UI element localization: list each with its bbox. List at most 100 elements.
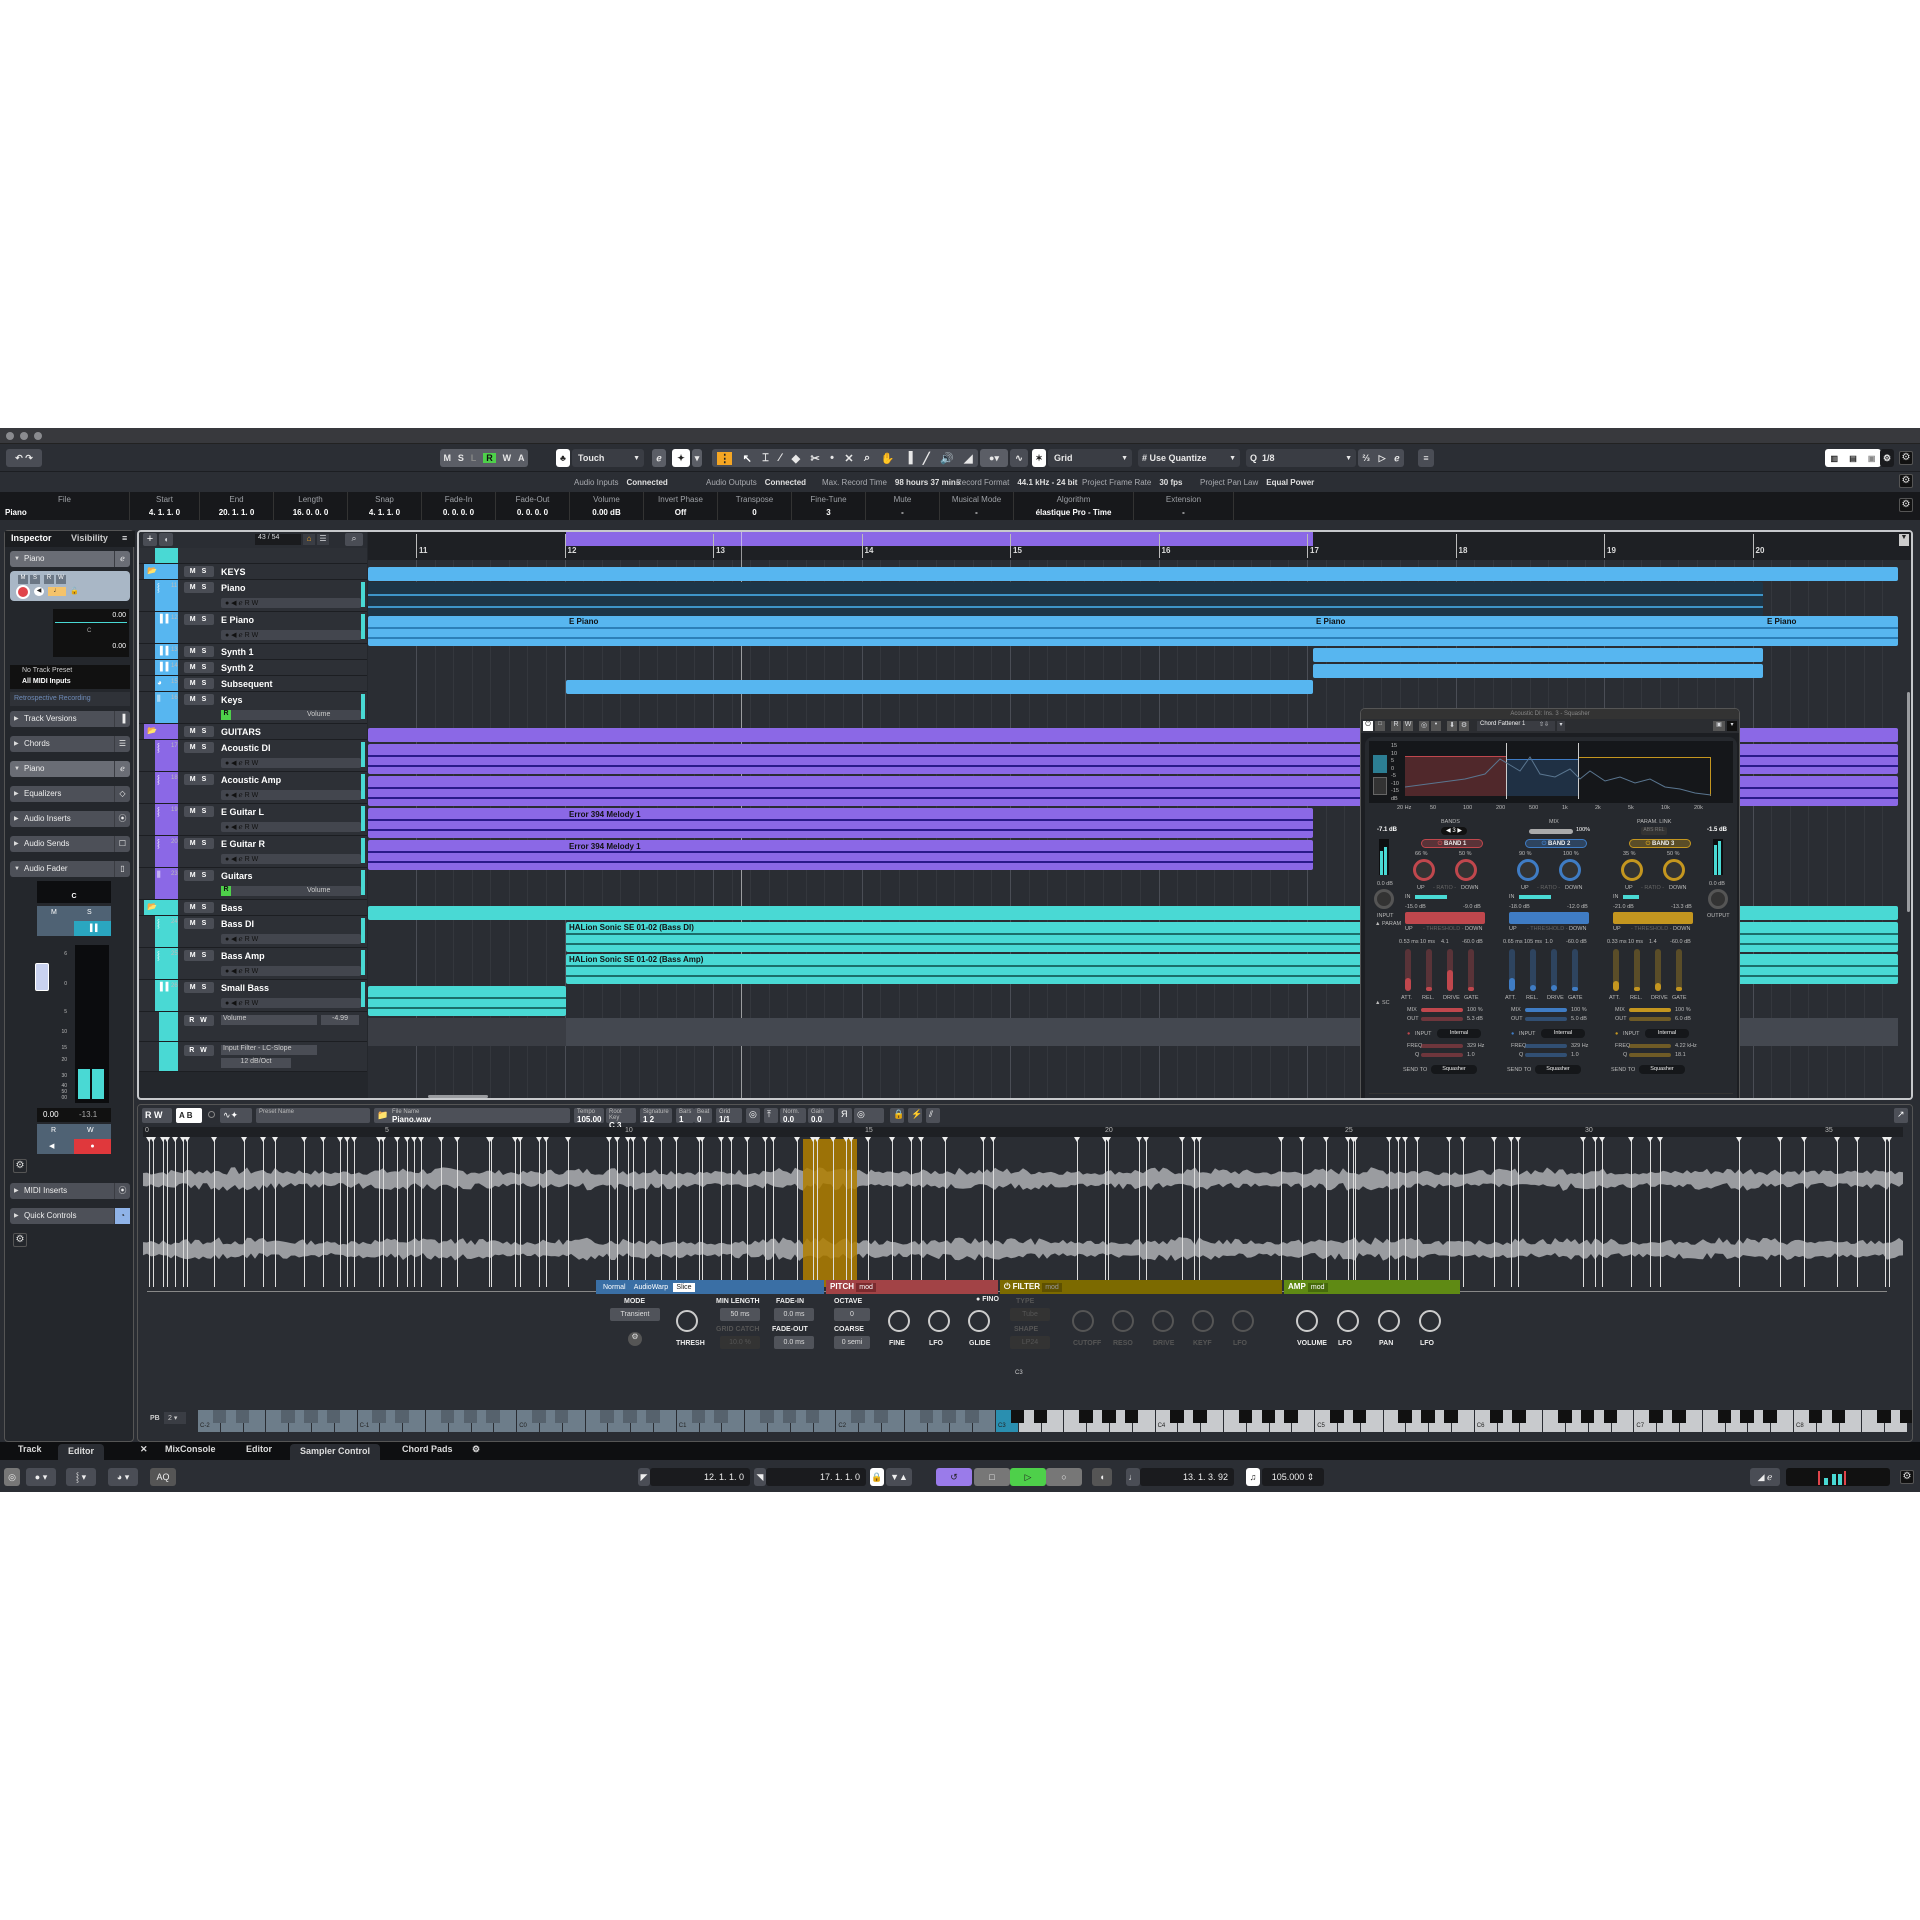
mute-solo-buttons[interactable]: MS [184,662,214,673]
threshold-slider[interactable] [1613,912,1693,924]
slice-marker[interactable] [1344,1137,1351,1287]
black-key[interactable] [1763,1410,1777,1423]
black-key[interactable] [1170,1410,1185,1423]
slice-marker[interactable] [1656,1137,1663,1287]
slice-marker[interactable] [641,1137,648,1287]
read-all-button[interactable]: R [483,453,496,463]
slice-marker[interactable] [1800,1137,1807,1287]
mute-tool-icon[interactable]: ✕ [844,452,853,465]
mute-solo-buttons[interactable]: MS [184,806,214,817]
lfo-knob[interactable] [1232,1310,1254,1332]
auto-scroll-icon[interactable]: ∿ [1010,449,1028,467]
section-audio-inserts[interactable]: Audio Inserts ⦿ [10,811,130,827]
slice-marker[interactable] [1647,1137,1654,1287]
fade-in-field[interactable]: 0.0 ms [774,1308,814,1321]
att-slider[interactable] [1613,949,1619,991]
octave-field[interactable]: 0 [834,1308,870,1321]
preset-name-field[interactable]: Preset Name [256,1108,370,1123]
mute-solo-buttons[interactable]: MS [184,870,214,881]
mute-solo-buttons[interactable]: MS [184,678,214,689]
record-enable-icon[interactable]: ● ◀ ℯ R W [225,935,258,943]
right-zone-toggle-icon[interactable]: ▣ [1868,454,1876,463]
plugin-routing-icon[interactable]: ⬇ [1447,721,1457,731]
file-name-field[interactable]: 📁 File Name Piano.wav [374,1108,570,1124]
glue-tool-icon[interactable]: • [830,452,834,464]
info-value[interactable]: - [1134,508,1233,517]
info-value[interactable]: - [940,508,1013,517]
record-enable-button[interactable] [16,585,30,599]
left-locator-field[interactable]: 12. 1. 1. 0 [650,1468,750,1486]
eguitar-l-clip[interactable] [368,808,1313,838]
track-controls-row[interactable]: ● ◀ ℯ R W [221,630,361,640]
slice-marker[interactable] [1179,1137,1186,1287]
up-ratio-knob[interactable] [1517,859,1539,881]
slice-marker[interactable] [1853,1137,1860,1287]
band-mix-slider[interactable] [1629,1008,1671,1012]
chevron-down-icon[interactable]: ▾ [1557,721,1565,731]
sc-power-icon[interactable]: ● [1511,1031,1514,1037]
grid-type-select[interactable]: # Use Quantize ▼ [1138,449,1240,467]
rel-slider[interactable] [1426,949,1432,991]
ruler-menu-icon[interactable]: ▼ [1899,534,1909,546]
black-key[interactable] [919,1410,934,1423]
marker-icon[interactable]: ◖ [1092,1468,1112,1486]
sc-input-select[interactable]: Internal [1437,1029,1481,1038]
info-value[interactable]: 4. 1. 1. 0 [348,508,421,517]
ruler[interactable]: 11 12 13 14 15 16 17 18 19 20 ▼ [368,532,1911,560]
black-key[interactable] [646,1410,660,1423]
att-slider[interactable] [1405,949,1411,991]
rel-slider[interactable] [1530,949,1536,991]
filter-shape-select[interactable]: LP24 [1010,1336,1050,1349]
tab-track[interactable]: Track [18,1444,42,1454]
tab-sampler-control[interactable]: Sampler Control [290,1444,381,1460]
input-gain-knob[interactable] [1374,889,1394,909]
volume-fader-handle[interactable] [35,963,49,991]
open-editor-icon[interactable]: ↗ [1894,1108,1908,1123]
track-acoustic-amp[interactable]: ⸾ 18 MS Acoustic Amp ● ◀ ℯ R W [139,772,367,804]
automation-mode-icon[interactable]: ♣ [556,449,570,467]
black-key[interactable] [1512,1410,1527,1423]
gate-slider[interactable] [1676,949,1682,991]
mute-solo-buttons[interactable]: MS [184,774,214,785]
slice-marker[interactable] [770,1137,776,1287]
fader-solo-button[interactable]: S [87,909,92,916]
solo-all-button[interactable]: S [458,453,464,463]
slice-marker[interactable] [1460,1137,1466,1287]
param-link-toggle[interactable]: ABS REL [1641,827,1667,835]
filter-type-select[interactable]: Tube [1010,1308,1050,1321]
left-zone-toggle-icon[interactable]: ▥ [1831,454,1839,463]
track-controls-row[interactable]: R Volume [221,886,361,896]
range-select-tool-icon[interactable]: ⌶ [762,452,769,465]
info-file[interactable]: File Piano [0,492,130,520]
info-transpose[interactable]: Transpose 0 [718,492,792,520]
black-key[interactable] [304,1410,318,1423]
track-controls-row[interactable]: ● ◀ ℯ R W [221,854,361,864]
search-icon[interactable]: ⌕ [345,533,363,546]
down-ratio-knob[interactable] [1663,859,1685,881]
info-end[interactable]: End 20. 1. 1. 0 [200,492,274,520]
small-bass-midi-clip[interactable] [368,986,566,1016]
info-value[interactable]: Off [644,508,717,517]
black-key[interactable] [235,1410,250,1423]
mute-solo-buttons[interactable]: MS [184,742,214,753]
slice-marker[interactable] [336,1137,343,1287]
info-volume[interactable]: Volume 0.00 dB [570,492,644,520]
black-key[interactable] [691,1410,706,1423]
section-chords[interactable]: Chords ☰ [10,736,130,752]
zoom-tool-icon[interactable]: ⌕ [864,452,870,465]
reso-knob[interactable] [1112,1310,1134,1332]
info-value[interactable]: 3 [792,508,865,517]
sidechain-icon[interactable]: ◎ [1419,721,1429,731]
record-enable-icon[interactable]: ● ◀ ℯ R W [225,599,258,607]
infoline-settings-gear-icon[interactable]: ⚙ [1899,498,1913,512]
info-fade-in[interactable]: Fade-In 0. 0. 0. 0 [422,492,496,520]
track-filter-icon[interactable]: ⌂ [303,534,315,545]
coarse-field[interactable]: 0 semi [834,1336,870,1349]
beat-field[interactable]: Beat 0 [694,1108,712,1124]
bars-field[interactable]: Bars 1 [676,1108,694,1124]
slice-marker[interactable] [1491,1137,1498,1287]
right-locator-icon[interactable]: ◥ [754,1468,766,1486]
track-e-guitar-r[interactable]: ⸾ 20 MS E Guitar R ● ◀ ℯ R W [139,836,367,868]
tempo-field[interactable]: Tempo 105.00 [574,1108,604,1124]
sc-input-select[interactable]: Internal [1541,1029,1585,1038]
